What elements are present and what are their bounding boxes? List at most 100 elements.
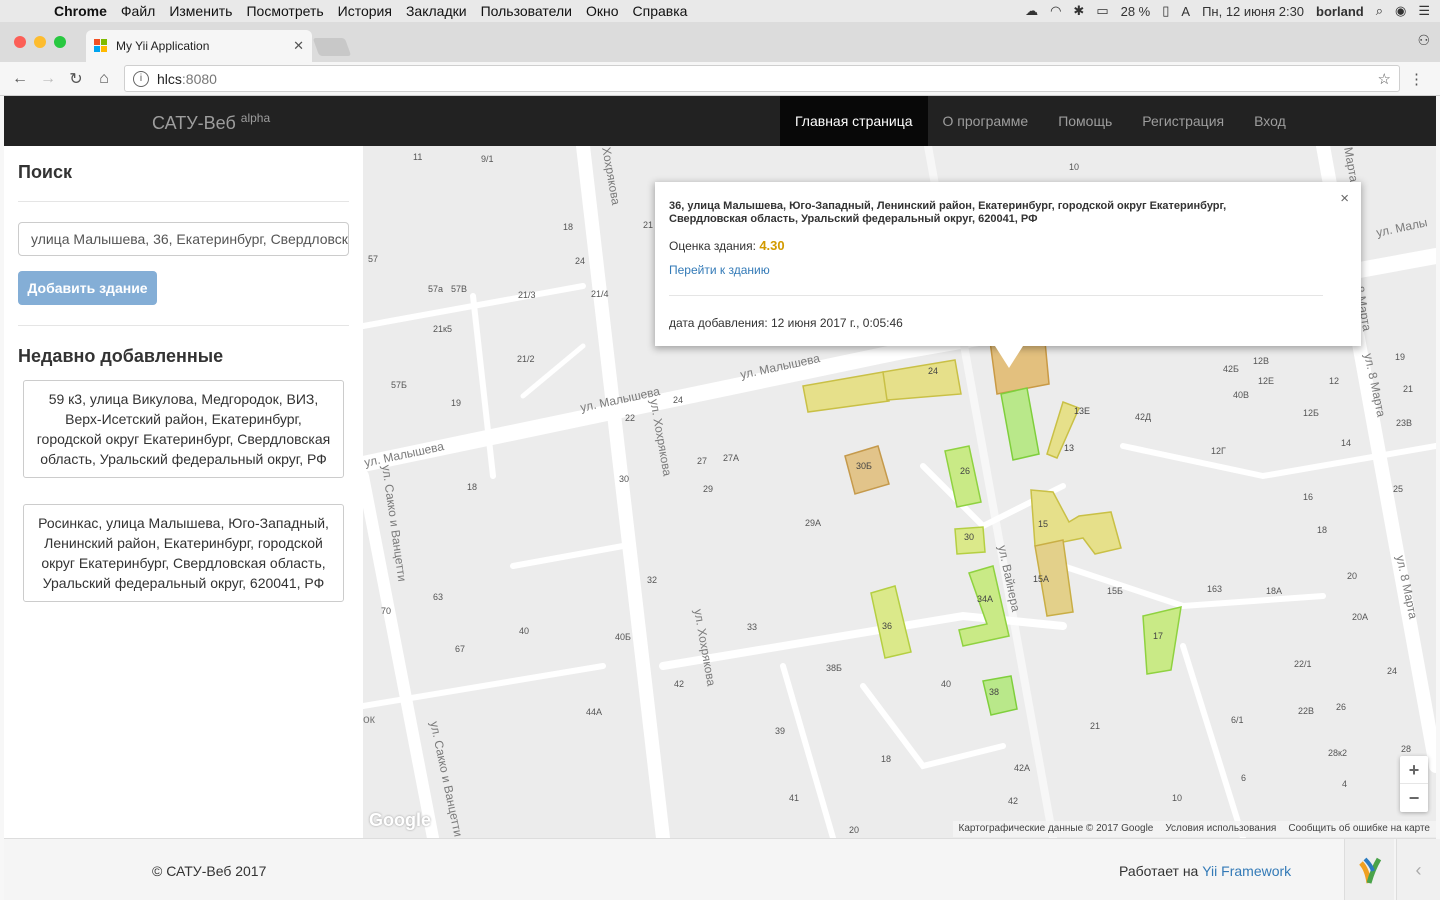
house-number: 70 (381, 606, 392, 616)
home-icon[interactable]: ⌂ (90, 70, 118, 88)
menu-history[interactable]: История (338, 3, 392, 19)
spotlight-icon[interactable]: ⌕ (1376, 3, 1383, 19)
nav-login[interactable]: Вход (1239, 96, 1301, 146)
yii-favicon-icon (94, 39, 108, 53)
notification-center-icon[interactable]: ☰ (1418, 3, 1430, 19)
nav-about[interactable]: О программе (928, 96, 1044, 146)
house-number: 29А (805, 518, 822, 528)
airplay-icon[interactable]: ▭ (1096, 3, 1108, 19)
house-number: 4 (1342, 779, 1348, 789)
house-number: 23В (1396, 418, 1413, 428)
house-number: 24 (673, 395, 684, 405)
wifi-icon[interactable]: ◠ (1050, 3, 1061, 19)
siri-icon[interactable]: ◉ (1395, 3, 1406, 19)
back-icon[interactable]: ← (6, 70, 34, 88)
house-number: 24 (575, 256, 586, 266)
house-number: 19 (1395, 352, 1406, 362)
incognito-profile-icon[interactable]: ⚇ (1417, 32, 1430, 49)
house-number: 40Б (615, 632, 631, 642)
menu-users[interactable]: Пользователи (481, 3, 572, 19)
user-name[interactable]: borland (1316, 4, 1364, 19)
new-tab-button[interactable] (312, 38, 352, 56)
site-info-icon[interactable]: i (133, 70, 149, 87)
clock[interactable]: Пн, 12 июня 2:30 (1202, 4, 1304, 19)
house-number: 21/2 (517, 354, 535, 364)
chrome-menu-icon[interactable]: ⋮ (1409, 70, 1424, 88)
close-icon[interactable]: × (1340, 190, 1349, 207)
bluetooth-icon[interactable]: ✱ (1073, 3, 1084, 19)
chevron-left-icon[interactable]: ‹ (1396, 839, 1440, 900)
house-number: 33 (747, 622, 758, 632)
house-number: 40В (1233, 390, 1250, 400)
map[interactable]: ул. Малышева ул. Малышева ул. Малышева у… (363, 146, 1436, 838)
minimize-window-button[interactable] (34, 36, 46, 48)
site-navbar: САТУ-Веб alpha Главная страница О програ… (4, 96, 1436, 146)
house-number: 39 (775, 726, 786, 736)
building-label: 34А (977, 594, 994, 604)
zoom-in-button[interactable]: + (1400, 756, 1428, 784)
yii-debug-logo-icon[interactable] (1344, 839, 1394, 900)
battery-text[interactable]: 28 % (1121, 4, 1151, 19)
menu-edit[interactable]: Изменить (169, 3, 232, 19)
yii-framework-link[interactable]: Yii Framework (1202, 863, 1291, 879)
house-number: 28к2 (1328, 748, 1347, 758)
building-label: 38 (989, 687, 1000, 697)
brand-name: САТУ-Веб (152, 113, 236, 133)
menu-bookmarks[interactable]: Закладки (406, 3, 467, 19)
house-number: 21 (1090, 721, 1101, 731)
nav-help[interactable]: Помощь (1043, 96, 1127, 146)
nav-register[interactable]: Регистрация (1127, 96, 1239, 146)
house-number: 6 (1241, 773, 1247, 783)
brand[interactable]: САТУ-Веб alpha (152, 111, 270, 134)
house-number: 40 (519, 626, 530, 636)
house-number: 28 (1401, 744, 1412, 754)
house-number: 42А (1014, 763, 1031, 773)
report-error-link[interactable]: Сообщить об ошибке на карте (1288, 823, 1430, 835)
house-number: 44А (586, 707, 603, 717)
reload-icon[interactable]: ↻ (62, 69, 90, 89)
house-number: 18А (1266, 586, 1283, 596)
house-number: 20А (1352, 612, 1369, 622)
zoom-window-button[interactable] (54, 36, 66, 48)
forward-icon[interactable]: → (34, 70, 62, 88)
google-logo[interactable]: Google (369, 810, 431, 831)
menu-file[interactable]: Файл (121, 3, 155, 19)
house-number: 40 (941, 679, 952, 689)
house-number: 42 (674, 679, 685, 689)
add-building-button[interactable]: Добавить здание (18, 271, 157, 305)
menu-view[interactable]: Посмотреть (246, 3, 323, 19)
house-number: 14 (1341, 438, 1352, 448)
input-source-indicator[interactable]: A (1181, 4, 1190, 19)
house-number: 11 (413, 152, 423, 162)
house-number: 42 (1008, 796, 1019, 806)
recent-item[interactable]: 59 к3, улица Викулова, Медгородок, ВИЗ, … (23, 380, 344, 478)
copyright: © САТУ-Веб 2017 (152, 863, 267, 879)
browser-tab[interactable]: My Yii Application ✕ (86, 30, 312, 62)
house-number: 19 (451, 398, 462, 408)
divider (18, 325, 349, 326)
address-search-input[interactable]: улица Малышева, 36, Екатеринбург, Свердл… (18, 222, 349, 256)
menu-help[interactable]: Справка (633, 3, 688, 19)
house-number: 10 (1172, 793, 1183, 803)
nav-home[interactable]: Главная страница (780, 96, 928, 146)
recent-item[interactable]: Росинкас, улица Малышева, Юго-Западный, … (23, 504, 344, 602)
address-bar[interactable]: i hlcs:8080 ☆ (124, 65, 1400, 92)
building-label: 30 (964, 532, 975, 542)
house-number: 6/1 (1231, 715, 1244, 725)
macos-menubar: Chrome Файл Изменить Посмотреть История … (0, 0, 1440, 22)
house-number: 18 (563, 222, 574, 232)
goto-building-link[interactable]: Перейти к зданию (669, 263, 1347, 277)
creative-cloud-icon[interactable]: ☁ (1025, 3, 1038, 19)
house-number: 22 (625, 413, 636, 423)
zoom-out-button[interactable]: − (1400, 784, 1428, 812)
terms-link[interactable]: Условия использования (1165, 823, 1276, 835)
info-window-pointer (995, 346, 1023, 368)
tab-close-icon[interactable]: ✕ (293, 38, 304, 54)
bookmark-star-icon[interactable]: ☆ (1378, 70, 1391, 88)
house-number: 15Б (1107, 586, 1123, 596)
menu-window[interactable]: Окно (586, 3, 619, 19)
street-label: ок (363, 712, 375, 726)
house-number: 67 (455, 644, 466, 654)
close-window-button[interactable] (14, 36, 26, 48)
menu-chrome[interactable]: Chrome (54, 3, 107, 19)
